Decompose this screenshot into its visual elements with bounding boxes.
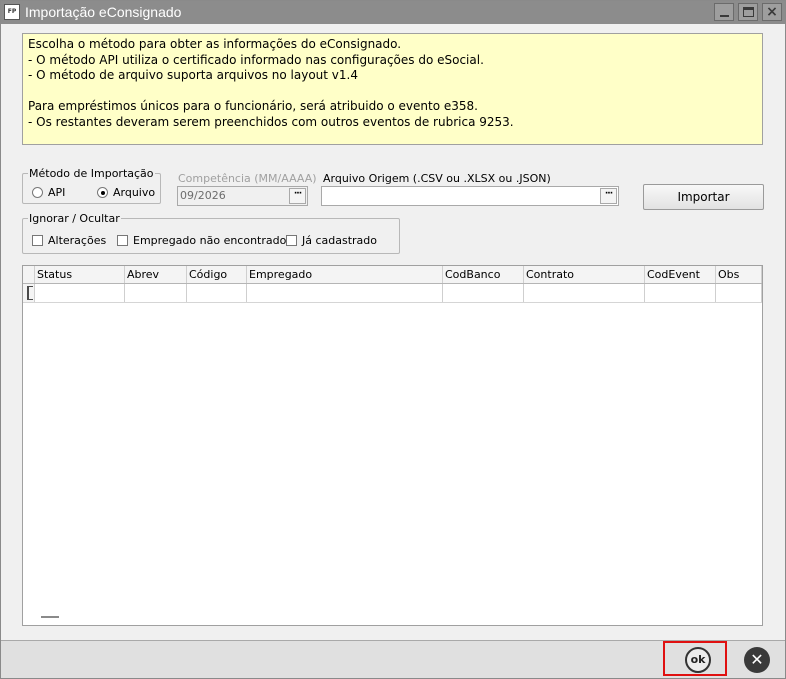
minimize-icon (720, 15, 729, 17)
import-method-legend: Método de Importação (28, 167, 155, 180)
competencia-value: 09/2026 (180, 189, 226, 202)
radio-api[interactable]: API (32, 186, 65, 199)
cell-status[interactable] (35, 284, 125, 302)
column-header-obs[interactable]: Obs (716, 266, 762, 283)
import-grid[interactable]: Status Abrev Código Empregado CodBanco C… (22, 265, 763, 626)
radio-api-label: API (48, 186, 66, 199)
table-row[interactable] (23, 284, 762, 303)
cancel-button[interactable]: ✕ (744, 647, 770, 673)
cell-codbanco[interactable] (443, 284, 524, 302)
import-window: FP Importação eConsignado × Escolha o mé… (0, 0, 786, 679)
competencia-browse-button[interactable]: ··· (289, 188, 306, 204)
check-ja-cadastrado-box[interactable] (286, 235, 297, 246)
competencia-label: Competência (MM/AAAA) (178, 172, 317, 185)
column-header-codevent[interactable]: CodEvent (645, 266, 716, 283)
minimize-button[interactable] (714, 3, 734, 21)
cell-empregado[interactable] (247, 284, 443, 302)
radio-arquivo[interactable]: Arquivo (97, 186, 155, 199)
arquivo-label: Arquivo Origem (.CSV ou .XLSX ou .JSON) (323, 172, 551, 185)
info-line: - O método de arquivo suporta arquivos n… (28, 68, 358, 83)
column-header-empregado[interactable]: Empregado (247, 266, 443, 283)
check-empregado-label: Empregado não encontrado (133, 234, 287, 247)
cell-codevent[interactable] (645, 284, 716, 302)
cell-contrato[interactable] (524, 284, 645, 302)
app-logo-icon: FP (4, 4, 20, 20)
check-alteracoes[interactable]: Alterações (32, 234, 106, 247)
grid-header: Status Abrev Código Empregado CodBanco C… (23, 266, 762, 284)
maximize-button[interactable] (738, 3, 758, 21)
column-header-codbanco[interactable]: CodBanco (443, 266, 524, 283)
radio-api-dot[interactable] (32, 187, 43, 198)
info-line (28, 84, 757, 100)
row-indicator (23, 284, 35, 302)
ignore-hide-legend: Ignorar / Ocultar (28, 212, 121, 225)
check-ja-cadastrado-label: Já cadastrado (302, 234, 378, 247)
close-icon: × (766, 4, 778, 20)
cell-codigo[interactable] (187, 284, 247, 302)
info-line: Escolha o método para obter as informaçõ… (28, 37, 402, 51)
importar-button[interactable]: Importar (643, 184, 764, 210)
import-method-group: Método de Importação API Arquivo (22, 167, 161, 204)
arquivo-field[interactable] (321, 186, 619, 206)
maximize-icon (743, 7, 754, 17)
column-header-abrev[interactable]: Abrev (125, 266, 187, 283)
title-bar: FP Importação eConsignado × (1, 1, 785, 24)
info-line: Para empréstimos únicos para o funcionár… (28, 99, 478, 114)
check-empregado-box[interactable] (117, 235, 128, 246)
header-indicator-cell (23, 266, 35, 283)
info-panel: Escolha o método para obter as informaçõ… (22, 33, 763, 145)
ok-button[interactable]: ok (685, 647, 711, 673)
info-line: - O método API utiliza o certificado inf… (28, 52, 484, 67)
radio-arquivo-label: Arquivo (113, 186, 156, 199)
arquivo-browse-button[interactable]: ··· (600, 188, 617, 204)
check-empregado-nao-encontrado[interactable]: Empregado não encontrado (117, 234, 286, 247)
check-alteracoes-label: Alterações (48, 234, 107, 247)
close-window-button[interactable]: × (762, 3, 782, 21)
ignore-hide-group: Ignorar / Ocultar Alterações Empregado n… (22, 212, 400, 254)
cell-abrev[interactable] (125, 284, 187, 302)
horizontal-scrollbar[interactable] (41, 616, 59, 618)
cell-obs[interactable] (716, 284, 762, 302)
info-line: - Os restantes deveram serem preenchidos… (28, 114, 514, 129)
column-header-status[interactable]: Status (35, 266, 125, 283)
column-header-contrato[interactable]: Contrato (524, 266, 645, 283)
check-alteracoes-box[interactable] (32, 235, 43, 246)
window-title: Importação eConsignado (25, 4, 182, 20)
row-cursor-icon (27, 286, 33, 300)
radio-arquivo-dot[interactable] (97, 187, 108, 198)
check-ja-cadastrado[interactable]: Já cadastrado (286, 234, 377, 247)
column-header-codigo[interactable]: Código (187, 266, 247, 283)
